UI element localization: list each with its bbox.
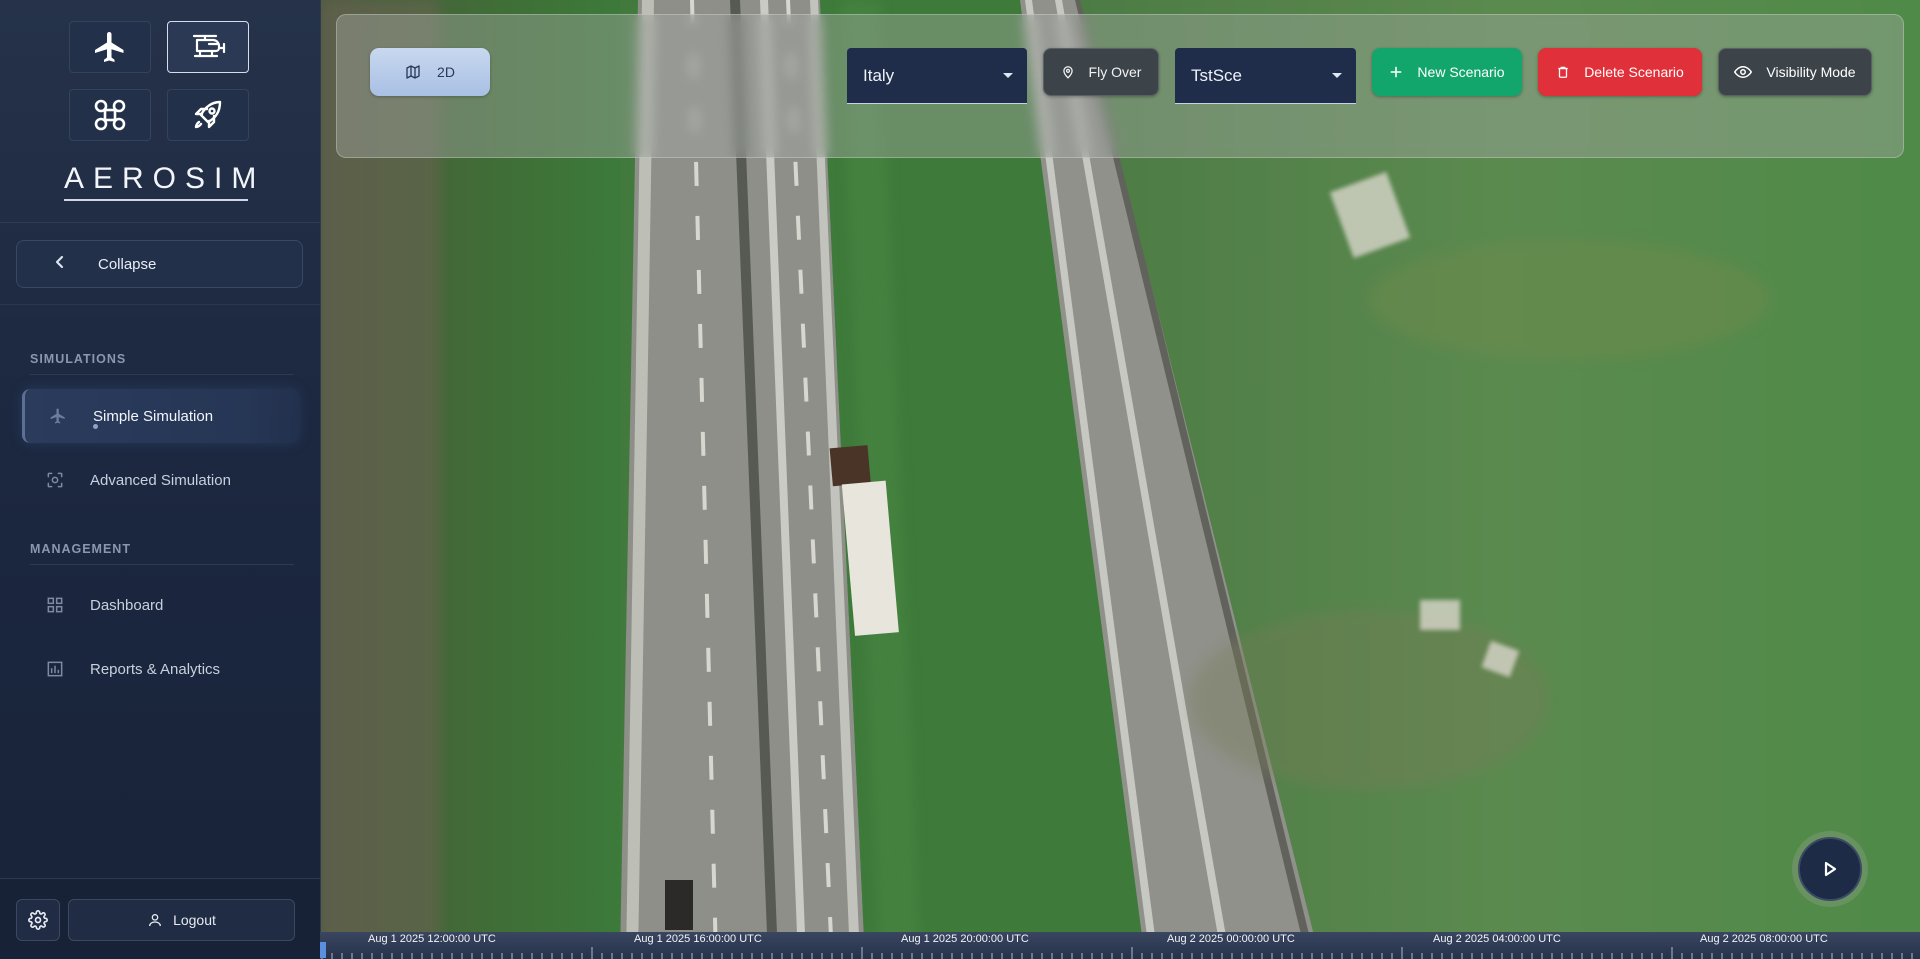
section-title-simulations: SIMULATIONS xyxy=(30,352,127,366)
nav-item-label: Reports & Analytics xyxy=(90,660,221,678)
brand-logo: AEROSIM xyxy=(64,162,266,195)
section-divider xyxy=(30,374,294,375)
timeline-label: Aug 2 2025 04:00:00 UTC xyxy=(1433,933,1561,945)
play-icon xyxy=(1824,861,1837,877)
top-toolbar: 2D Italy Fly Over TstSce New Scenario De… xyxy=(336,14,1904,158)
section-divider xyxy=(30,564,294,565)
logout-button[interactable]: Logout xyxy=(68,899,295,941)
delete-scenario-label: Delete Scenario xyxy=(1584,64,1684,80)
brand-underline xyxy=(64,199,248,201)
bar-chart-icon xyxy=(44,658,66,680)
play-button[interactable] xyxy=(1792,831,1868,907)
divider xyxy=(0,222,320,223)
timeline-marker[interactable] xyxy=(320,942,326,958)
country-select-value: Italy xyxy=(863,65,895,85)
nav-item-reports-analytics[interactable]: Reports & Analytics xyxy=(22,642,296,696)
timeline-label: Aug 1 2025 20:00:00 UTC xyxy=(901,933,1029,945)
gear-icon xyxy=(28,910,48,930)
timeline-label: Aug 2 2025 08:00:00 UTC xyxy=(1700,933,1828,945)
active-indicator-dot xyxy=(93,424,98,429)
caret-down-icon xyxy=(1332,73,1342,78)
nav-item-dashboard[interactable]: Dashboard xyxy=(22,578,296,632)
sidebar: AEROSIM Collapse SIMULATIONS Simple Simu… xyxy=(0,0,321,959)
nav-item-label: Simple Simulation xyxy=(93,407,214,425)
timeline-label: Aug 1 2025 16:00:00 UTC xyxy=(634,933,762,945)
user-icon xyxy=(149,914,162,927)
scan-icon xyxy=(44,469,66,491)
vehicle-type-selector xyxy=(69,21,251,141)
trash-icon xyxy=(1558,66,1568,78)
vehicle-rocket-button[interactable] xyxy=(167,89,249,141)
settings-button[interactable] xyxy=(16,899,60,941)
map-icon xyxy=(406,65,420,79)
timeline-label: Aug 1 2025 12:00:00 UTC xyxy=(368,933,496,945)
nav-item-simple-simulation[interactable]: Simple Simulation xyxy=(22,389,299,443)
plus-icon xyxy=(1390,66,1402,78)
airplane-icon xyxy=(47,405,69,427)
airplane-icon xyxy=(95,32,124,62)
new-scenario-label: New Scenario xyxy=(1417,64,1505,80)
rocket-icon xyxy=(194,100,222,129)
view-mode-label: 2D xyxy=(437,64,455,80)
view-mode-toggle[interactable]: 2D xyxy=(370,48,490,96)
vehicle-airplane-button[interactable] xyxy=(69,21,151,73)
visibility-mode-label: Visibility Mode xyxy=(1766,64,1856,80)
scenario-select-value: TstSce xyxy=(1191,65,1243,85)
fly-over-label: Fly Over xyxy=(1088,64,1142,80)
timeline-ticks xyxy=(321,947,1913,959)
nav-item-label: Dashboard xyxy=(90,596,164,614)
timeline-label: Aug 2 2025 00:00:00 UTC xyxy=(1167,933,1295,945)
helicopter-icon xyxy=(192,34,226,58)
divider xyxy=(0,304,320,305)
collapse-label: Collapse xyxy=(98,255,157,273)
play-button-inner xyxy=(1798,837,1862,901)
drone-icon xyxy=(94,99,126,131)
vehicle-helicopter-button[interactable] xyxy=(167,21,249,73)
collapse-button[interactable]: Collapse xyxy=(16,240,303,288)
nav-item-label: Advanced Simulation xyxy=(90,471,231,489)
chevron-left-icon xyxy=(54,255,72,274)
sidebar-footer: Logout xyxy=(0,878,320,959)
map-pin-icon xyxy=(1062,66,1073,79)
timeline[interactable]: Aug 1 2025 12:00:00 UTC Aug 1 2025 16:00… xyxy=(320,932,1920,959)
vehicle-drone-button[interactable] xyxy=(69,89,151,141)
logout-label: Logout xyxy=(173,912,216,928)
caret-down-icon xyxy=(1003,73,1013,78)
delete-scenario-button[interactable]: Delete Scenario xyxy=(1538,48,1702,96)
eye-icon xyxy=(1734,65,1753,79)
fly-over-button[interactable]: Fly Over xyxy=(1043,48,1159,96)
dashboard-icon xyxy=(44,594,66,616)
scenario-select[interactable]: TstSce xyxy=(1175,48,1356,104)
section-title-management: MANAGEMENT xyxy=(30,542,131,556)
nav-item-advanced-simulation[interactable]: Advanced Simulation xyxy=(22,453,296,507)
country-select[interactable]: Italy xyxy=(847,48,1027,104)
visibility-mode-button[interactable]: Visibility Mode xyxy=(1718,48,1872,96)
new-scenario-button[interactable]: New Scenario xyxy=(1372,48,1522,96)
